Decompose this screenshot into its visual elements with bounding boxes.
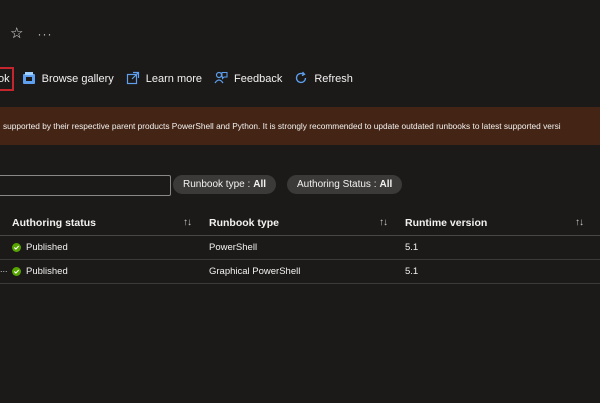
runbook-type-cell: Graphical PowerShell <box>209 266 301 277</box>
star-icon[interactable]: ☆ <box>10 26 23 41</box>
authoring-status-cell: Published <box>12 242 68 253</box>
published-check-icon <box>12 267 21 276</box>
authoring-status-filter-label: Authoring Status : <box>297 179 377 190</box>
sort-icon[interactable]: ↑↓ <box>379 217 388 228</box>
banner-text: supported by their respective parent pro… <box>3 121 561 131</box>
table-header: Authoring status ↑↓ Runbook type ↑↓ Runt… <box>0 213 600 236</box>
runbook-type-filter-value: All <box>253 179 267 190</box>
ellipsis-icon[interactable]: ··· <box>37 28 52 40</box>
title-actions: ☆ ··· <box>10 26 52 41</box>
refresh-button[interactable]: Refresh <box>294 71 353 88</box>
search-input[interactable] <box>0 175 171 196</box>
feedback-icon <box>214 71 228 88</box>
authoring-status-cell: Published <box>12 266 68 277</box>
create-runbook-label: ok <box>0 73 10 85</box>
authoring-status-filter-value: All <box>379 179 393 190</box>
runtime-version-cell: 5.1 <box>405 266 419 277</box>
create-runbook-button[interactable]: ok <box>0 67 14 91</box>
column-runbook-type[interactable]: Runbook type <box>209 217 279 229</box>
row-truncated-name: ... <box>0 264 8 274</box>
browse-gallery-button[interactable]: Browse gallery <box>22 71 114 88</box>
runbook-type-filter[interactable]: Runbook type : All <box>173 175 277 194</box>
status-text: Published <box>26 242 68 253</box>
authoring-status-filter[interactable]: Authoring Status : All <box>287 175 403 194</box>
feedback-label: Feedback <box>234 73 283 85</box>
deprecation-warning-banner: supported by their respective parent pro… <box>0 107 600 145</box>
sort-icon[interactable]: ↑↓ <box>183 217 192 228</box>
refresh-label: Refresh <box>314 73 353 85</box>
browse-gallery-label: Browse gallery <box>41 73 114 85</box>
published-check-icon <box>12 243 21 252</box>
table-row[interactable]: Published PowerShell 5.1 <box>0 236 600 260</box>
learn-more-button[interactable]: Learn more <box>126 71 202 88</box>
runtime-version-cell: 5.1 <box>405 242 419 253</box>
external-link-icon <box>126 71 140 88</box>
runbook-type-filter-label: Runbook type : <box>183 179 251 190</box>
runbooks-page: ☆ ··· ok Browse gallery Learn more Feedb… <box>0 0 600 403</box>
learn-more-label: Learn more <box>145 73 203 85</box>
column-authoring-status[interactable]: Authoring status <box>12 217 96 229</box>
sort-icon[interactable]: ↑↓ <box>575 217 584 228</box>
feedback-button[interactable]: Feedback <box>214 71 282 88</box>
column-runtime-version[interactable]: Runtime version <box>405 217 487 229</box>
command-bar: ok Browse gallery Learn more Feedback Re… <box>0 66 365 92</box>
gallery-icon <box>22 71 36 88</box>
refresh-icon <box>294 71 308 88</box>
table-row[interactable]: ... Published Graphical PowerShell 5.1 <box>0 260 600 284</box>
status-text: Published <box>26 266 68 277</box>
runbook-type-cell: PowerShell <box>209 242 258 253</box>
